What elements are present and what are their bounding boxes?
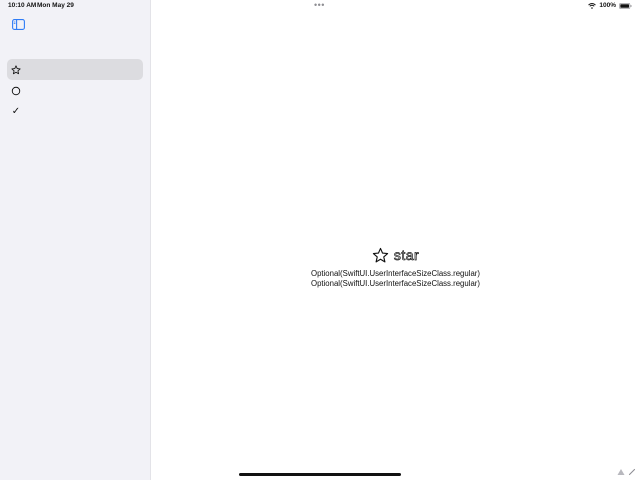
circle-icon bbox=[11, 86, 21, 96]
detail-content: star Optional(SwiftUI.UserInterfaceSizeC… bbox=[151, 244, 640, 289]
horizontal-size-class-text: Optional(SwiftUI.UserInterfaceSizeClass.… bbox=[311, 268, 480, 278]
checkmark-icon: ✓ bbox=[11, 105, 21, 117]
detail-title: star bbox=[372, 244, 419, 266]
checkmark-glyph: ✓ bbox=[11, 105, 21, 117]
detail-title-text: star bbox=[393, 247, 420, 264]
sidebar-item-star[interactable] bbox=[7, 59, 143, 80]
sidebar-item-circle[interactable] bbox=[7, 80, 143, 101]
vertical-size-class-text: Optional(SwiftUI.UserInterfaceSizeClass.… bbox=[311, 278, 480, 288]
sidebar: ✓ bbox=[0, 0, 151, 480]
corner-tools bbox=[617, 468, 636, 476]
triangle-icon[interactable] bbox=[617, 468, 625, 476]
sidebar-toggle-button[interactable] bbox=[12, 17, 25, 30]
status-time: 10:10 AM bbox=[8, 2, 37, 9]
sidebar-item-checkmark[interactable]: ✓ bbox=[7, 101, 143, 122]
star-icon bbox=[372, 247, 389, 264]
sidebar-toggle-icon bbox=[12, 17, 25, 34]
sidebar-list: ✓ bbox=[7, 59, 143, 122]
home-indicator[interactable] bbox=[239, 473, 401, 476]
status-date: Mon May 29 bbox=[37, 2, 74, 9]
detail-view: star Optional(SwiftUI.UserInterfaceSizeC… bbox=[151, 0, 640, 480]
pencil-icon[interactable] bbox=[628, 468, 636, 476]
app-screen: ✓ 10:10 AM Mon May 29 ••• 100% star Opti… bbox=[0, 0, 640, 480]
star-icon bbox=[11, 64, 21, 75]
